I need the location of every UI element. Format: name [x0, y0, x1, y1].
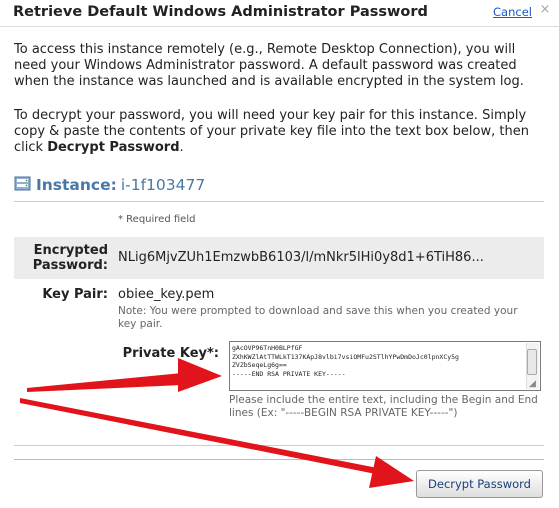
decrypt-password-button[interactable]: Decrypt Password: [416, 470, 543, 498]
intro-paragraph-1: To access this instance remotely (e.g., …: [14, 42, 524, 89]
private-key-text: gAcOVP96TnH0BLPfGF ZXhKWZlAtTTWLkT137KAp…: [232, 344, 459, 378]
key-pair-note: Note: You were prompted to download and …: [118, 305, 518, 330]
encrypted-password-label: Encrypted Password:: [32, 243, 108, 273]
intro-paragraph-2-end: .: [179, 140, 184, 155]
resize-grip-icon[interactable]: ◢: [529, 379, 539, 389]
arrow-to-private-key: [27, 358, 222, 392]
close-icon[interactable]: ×: [538, 3, 552, 17]
private-key-label: Private Key*:: [122, 346, 219, 361]
encrypted-password-value: NLig6MjvZUh1EmzwbB6103/l/mNkr5lHi0y8d1+6…: [118, 250, 484, 265]
footer-divider: [14, 459, 544, 460]
instance-icon: [14, 176, 31, 191]
intro-paragraph-2: To decrypt your password, you will need …: [14, 108, 544, 156]
cancel-link[interactable]: Cancel: [493, 5, 532, 19]
private-key-textarea[interactable]: gAcOVP96TnH0BLPfGF ZXhKWZlAtTTWLkT137KAp…: [229, 341, 541, 391]
instance-heading: Instance: i-1f103477: [14, 175, 205, 194]
private-key-note: Please include the entire text, includin…: [229, 394, 538, 419]
key-pair-label: Key Pair:: [42, 287, 108, 302]
instance-label: Instance:: [36, 176, 117, 194]
scrollbar-thumb[interactable]: [527, 349, 537, 375]
instance-id: i-1f103477: [120, 176, 206, 194]
divider-lower: [14, 445, 544, 446]
encrypted-password-row: Encrypted Password: NLig6MjvZUh1EmzwbB61…: [14, 237, 544, 279]
required-field-note: * Required field: [118, 214, 196, 225]
intro-paragraph-2-action: Decrypt Password: [47, 140, 180, 155]
dialog-title: Retrieve Default Windows Administrator P…: [13, 4, 428, 20]
divider: [14, 201, 544, 202]
key-pair-value: obiee_key.pem: [118, 287, 215, 302]
dialog-titlebar: Retrieve Default Windows Administrator P…: [0, 0, 559, 27]
